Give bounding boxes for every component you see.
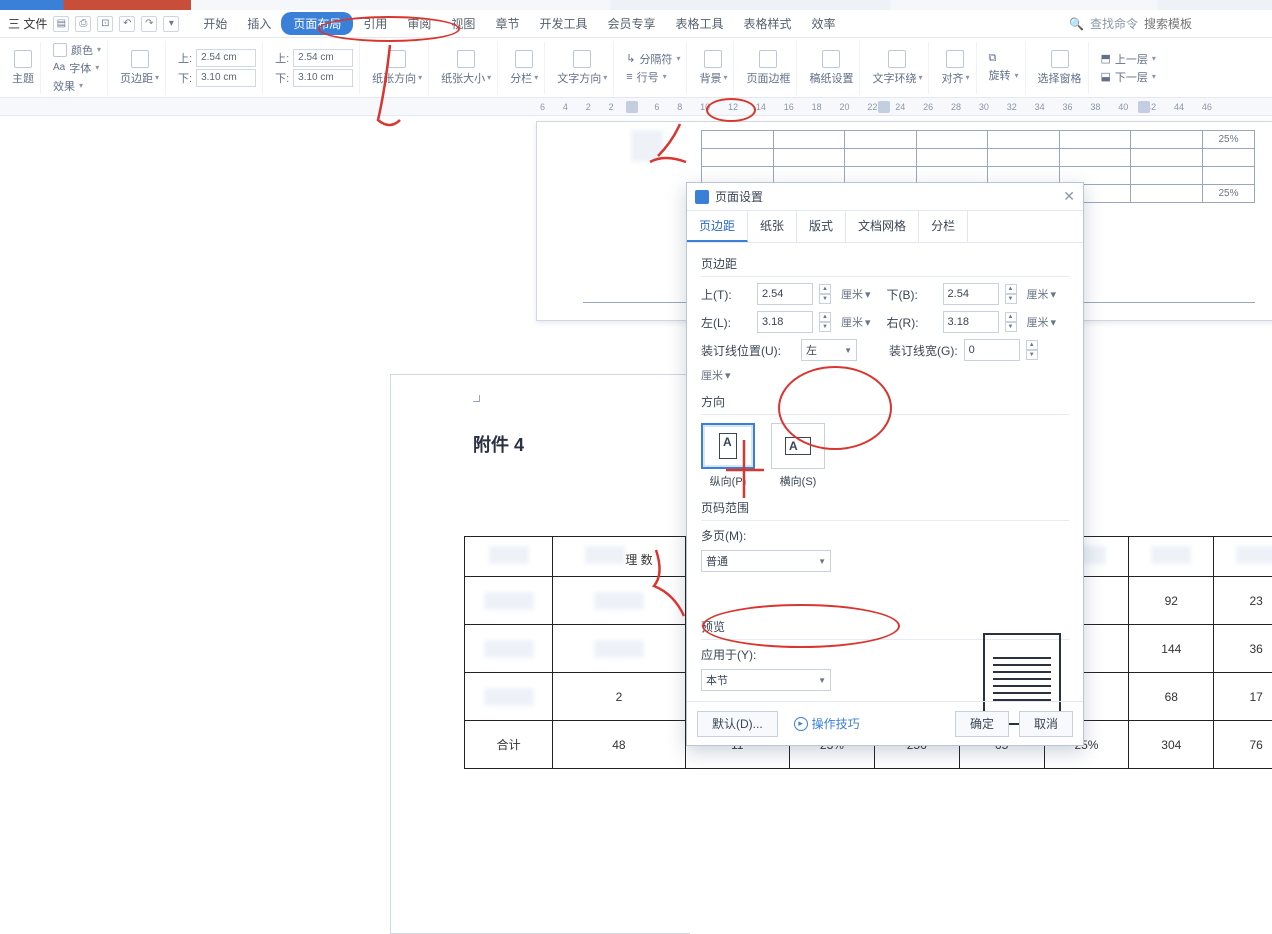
group-button[interactable]: ⧉ [989, 52, 1019, 65]
window-tabs-bar [0, 0, 1272, 10]
dialog-icon [695, 190, 709, 204]
gutter-width-field[interactable]: 0 [964, 339, 1020, 361]
text-direction-icon[interactable] [573, 50, 591, 68]
apply-to-select[interactable]: 本节▼ [701, 669, 831, 691]
dlg-tab-columns[interactable]: 分栏 [919, 211, 968, 242]
spin-up-icon[interactable]: ▲ [819, 284, 831, 294]
send-forward-button[interactable]: ⬒上一层▾ [1101, 51, 1156, 67]
undo-icon[interactable]: ↶ [119, 16, 135, 32]
ok-button[interactable]: 确定 [955, 711, 1009, 737]
close-icon[interactable]: ✕ [1063, 188, 1075, 205]
tab-table-style[interactable]: 表格样式 [734, 11, 802, 36]
dlg-tab-layout[interactable]: 版式 [797, 211, 846, 242]
preview-icon[interactable]: ⊡ [97, 16, 113, 32]
dialog-tabs: 页边距 纸张 版式 文档网格 分栏 [687, 211, 1083, 243]
margin-top-field[interactable]: 2.54 [757, 283, 813, 305]
manuscript-icon[interactable] [822, 50, 840, 68]
tab-reference[interactable]: 引用 [353, 11, 397, 36]
line-number-button[interactable]: ≡行号▾ [626, 69, 680, 85]
redo-icon[interactable]: ↷ [141, 16, 157, 32]
search-icon[interactable]: 🔍 [1069, 17, 1084, 31]
app-menu-label[interactable]: 三 文件 [8, 15, 47, 32]
page-setup-dialog: 页面设置 ✕ 页边距 纸张 版式 文档网格 分栏 页边距 上(T): 2.54 … [686, 182, 1084, 746]
margin-bottom-field[interactable]: 2.54 [943, 283, 999, 305]
margin-top2-input[interactable] [293, 49, 353, 67]
text-wrap-icon[interactable] [888, 50, 906, 68]
dlg-tab-grid[interactable]: 文档网格 [846, 211, 919, 242]
colors-icon[interactable] [53, 43, 67, 57]
columns-icon[interactable] [515, 50, 533, 68]
blurred-content [631, 130, 663, 162]
horizontal-ruler[interactable]: 6422468101214161820222426283032343638404… [0, 98, 1272, 116]
theme-icon[interactable] [14, 50, 32, 68]
gutter-position-select[interactable]: 左▼ [801, 339, 857, 361]
tab-start[interactable]: 开始 [193, 11, 237, 36]
page-border-icon[interactable] [759, 50, 777, 68]
find-command-label[interactable]: 查找命令 [1090, 15, 1138, 32]
info-icon: ▸ [794, 717, 808, 731]
tab-insert[interactable]: 插入 [237, 11, 281, 36]
tab-efficiency[interactable]: 效率 [802, 11, 846, 36]
dialog-title: 页面设置 [715, 188, 763, 205]
send-backward-button[interactable]: ⬓下一层▾ [1101, 69, 1156, 85]
tab-view[interactable]: 视图 [441, 11, 485, 36]
margin-bottom-input[interactable] [196, 69, 256, 87]
dropdown-icon[interactable]: ▾ [163, 16, 179, 32]
background-icon[interactable] [704, 50, 722, 68]
ruler-tab-marker-2[interactable] [878, 101, 890, 113]
dlg-tab-margins[interactable]: 页边距 [687, 211, 748, 242]
dialog-titlebar[interactable]: 页面设置 ✕ [687, 183, 1083, 211]
ruler-tab-marker[interactable] [626, 101, 638, 113]
tab-dev[interactable]: 开发工具 [529, 11, 597, 36]
theme-label: 主题 [12, 70, 34, 86]
margin-left-field[interactable]: 3.18 [757, 311, 813, 333]
orientation-icon[interactable] [388, 50, 406, 68]
ruler-right-marker[interactable] [1138, 101, 1150, 113]
selection-pane-icon[interactable] [1051, 50, 1069, 68]
margins-label: 页边距▾ [120, 70, 159, 86]
effects-button[interactable]: 效果▾ [53, 78, 101, 94]
paper-size-icon[interactable] [457, 50, 475, 68]
orientation-landscape[interactable]: A [771, 423, 825, 469]
dlg-tab-paper[interactable]: 纸张 [748, 211, 797, 242]
cancel-button[interactable]: 取消 [1019, 711, 1073, 737]
tab-page-layout[interactable]: 页面布局 [281, 12, 353, 35]
spin-down-icon[interactable]: ▼ [819, 294, 831, 304]
tab-vip[interactable]: 会员专享 [597, 11, 665, 36]
align-icon[interactable] [946, 50, 964, 68]
orientation-portrait[interactable]: A [701, 423, 755, 469]
menu-bar: 三 文件 ▤ ⎙ ⊡ ↶ ↷ ▾ 开始 插入 页面布局 引用 审阅 视图 章节 … [0, 10, 1272, 38]
margin-right-field[interactable]: 3.18 [943, 311, 999, 333]
margin-top-input[interactable] [196, 49, 256, 67]
attachment-heading: 附件 4 [473, 431, 524, 457]
breaks-button[interactable]: ↳分隔符▾ [626, 51, 680, 67]
tips-button[interactable]: ▸操作技巧 [788, 711, 866, 737]
tab-sections[interactable]: 章节 [485, 11, 529, 36]
main-tabs: 开始 插入 页面布局 引用 审阅 视图 章节 开发工具 会员专享 表格工具 表格… [193, 11, 845, 36]
margin-bot2-input[interactable] [293, 69, 353, 87]
default-button[interactable]: 默认(D)... [697, 711, 778, 737]
save-icon[interactable]: ▤ [53, 16, 69, 32]
print-icon[interactable]: ⎙ [75, 16, 91, 32]
margins-icon[interactable] [131, 50, 149, 68]
tab-review[interactable]: 审阅 [397, 11, 441, 36]
multipage-select[interactable]: 普通▼ [701, 550, 831, 572]
ribbon-toolbar: 主题 颜色▾ Aa字体▾ 效果▾ 页边距▾ 上: 下: 上: 下: 纸张方向▾ … [0, 38, 1272, 98]
search-input[interactable] [1144, 17, 1264, 31]
tab-table-tools[interactable]: 表格工具 [665, 11, 733, 36]
